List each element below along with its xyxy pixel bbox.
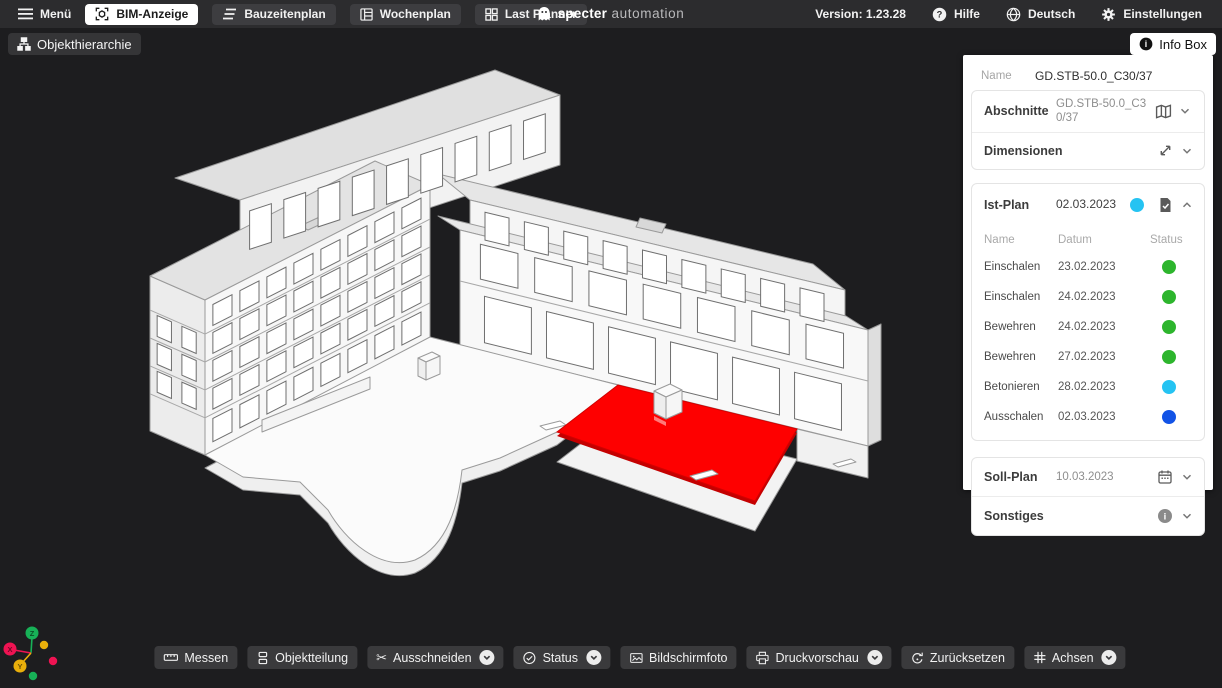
axis-neg-x-dot[interactable] [49,657,57,665]
svg-text:Z: Z [30,629,35,638]
help-button[interactable]: ? Hilfe [932,4,980,25]
druckvorschau-button[interactable]: Druckvorschau [747,646,891,669]
status-dot [1162,410,1176,424]
status-dot [1162,260,1176,274]
document-check-icon [1154,197,1176,213]
soll-plan-row[interactable]: Soll-Plan 10.03.2023 [972,458,1204,496]
ist-plan-card: Ist-Plan 02.03.2023 Name Datum Status [971,183,1205,441]
tab-bauzeitenplan[interactable]: Bauzeitenplan [212,4,335,25]
achsen-dropdown[interactable] [1102,650,1117,665]
calendar-icon [1154,469,1176,485]
axis-y-handle[interactable]: Y [14,660,27,673]
svg-text:i: i [1145,39,1147,49]
svg-text:X: X [7,645,12,654]
hamburger-icon [18,8,33,20]
status-dot [1162,320,1176,334]
chevron-down-icon[interactable] [1176,144,1194,158]
ausschneiden-dropdown[interactable] [480,650,495,665]
sonstiges-row[interactable]: Sonstiges i [972,496,1204,535]
reset-icon [910,651,924,665]
table-header: Name Datum Status [984,228,1194,252]
table-row: Einschalen 24.02.2023 [984,282,1194,312]
globe-icon [1006,7,1021,22]
status-check-icon [523,651,537,665]
tab-wochenplan[interactable]: Wochenplan [350,4,461,25]
top-menu-bar: Menü BIM-Anzeige Bauzeitenplan [0,0,1222,28]
messen-button[interactable]: Messen [154,646,237,669]
screenshot-icon [629,651,643,665]
chevron-down-icon[interactable] [1174,104,1192,118]
week-list-icon [360,8,373,21]
status-dot [1130,198,1144,212]
hierarchy-tree-icon [17,37,31,51]
expand-diagonal-icon [1154,143,1176,158]
druckvorschau-dropdown[interactable] [867,650,882,665]
object-name-row: Name GD.STB-50.0_C30/37 [971,64,1205,90]
help-icon: ? [932,7,947,22]
axis-neg-y-dot[interactable] [40,641,48,649]
settings-button[interactable]: Einstellungen [1101,4,1202,25]
info-panel: Name GD.STB-50.0_C30/37 Abschnitte GD.ST… [963,55,1213,490]
viewer-toolbar: Messen Objektteilung ✂ Ausschneiden Stat… [154,646,1125,669]
achsen-button[interactable]: Achsen [1024,646,1126,669]
brand-logo: specter automation [538,5,685,23]
printer-icon [756,651,770,665]
status-dot [1162,290,1176,304]
ist-plan-header[interactable]: Ist-Plan 02.03.2023 [972,184,1204,226]
table-row: Ausschalen 02.03.2023 [984,402,1194,432]
chevron-down-icon[interactable] [1176,509,1194,523]
table-row: Bewehren 24.02.2023 [984,312,1194,342]
zuruecksetzen-button[interactable]: Zurücksetzen [901,646,1014,669]
object-hierarchy-button[interactable]: Objekthierarchie [8,33,141,55]
menu-button[interactable]: Menü [18,4,71,25]
axes-gizmo[interactable]: Z X Y [1,620,65,684]
grid-icon [485,8,498,21]
split-object-icon [256,651,269,665]
info-box-button[interactable]: i Info Box [1130,33,1216,55]
bim-viewer-stage: Menü BIM-Anzeige Bauzeitenplan [0,0,1222,688]
bildschirmfoto-button[interactable]: Bildschirmfoto [620,646,737,669]
axes-grid-icon [1033,651,1046,664]
table-row: Betonieren 28.02.2023 [984,372,1194,402]
status-dropdown[interactable] [586,650,601,665]
ist-plan-table: Name Datum Status Einschalen 23.02.2023 … [972,226,1204,440]
tab-bim-anzeige[interactable]: BIM-Anzeige [85,4,198,25]
svg-text:i: i [1164,511,1167,522]
status-button[interactable]: Status [514,646,610,669]
chevron-down-icon[interactable] [1176,470,1194,484]
gantt-lines-icon [222,8,237,20]
abschnitte-row[interactable]: Abschnitte GD.STB-50.0_C30/37 [972,91,1204,132]
status-dot [1162,350,1176,364]
info-circle-icon: i [1154,508,1176,524]
chevron-up-icon[interactable] [1176,198,1194,212]
ghost-logo-icon [538,6,551,22]
svg-text:?: ? [937,9,943,19]
info-icon: i [1139,37,1153,51]
dimensionen-row[interactable]: Dimensionen [972,132,1204,169]
axis-neg-z-dot[interactable] [29,672,37,680]
status-dot [1162,380,1176,394]
object-name-value: GD.STB-50.0_C30/37 [1035,69,1152,83]
version-label: Version: 1.23.28 [815,7,906,21]
sections-card: Abschnitte GD.STB-50.0_C30/37 Dimensione… [971,90,1205,170]
ausschneiden-button[interactable]: ✂ Ausschneiden [367,646,503,669]
ruler-icon [163,650,178,665]
map-icon [1152,103,1174,120]
bim-view-icon [95,7,109,21]
objektteilung-button[interactable]: Objektteilung [247,646,357,669]
scissors-icon: ✂ [376,650,387,666]
table-row: Einschalen 23.02.2023 [984,252,1194,282]
axis-x-handle[interactable]: X [4,643,17,656]
plan-card: Soll-Plan 10.03.2023 Sonstiges i [971,457,1205,536]
table-row: Bewehren 27.02.2023 [984,342,1194,372]
svg-text:Y: Y [17,662,22,671]
object-name-label: Name [981,70,1035,82]
axis-z-handle[interactable]: Z [26,627,39,640]
gear-icon [1101,7,1116,22]
language-button[interactable]: Deutsch [1006,4,1075,25]
